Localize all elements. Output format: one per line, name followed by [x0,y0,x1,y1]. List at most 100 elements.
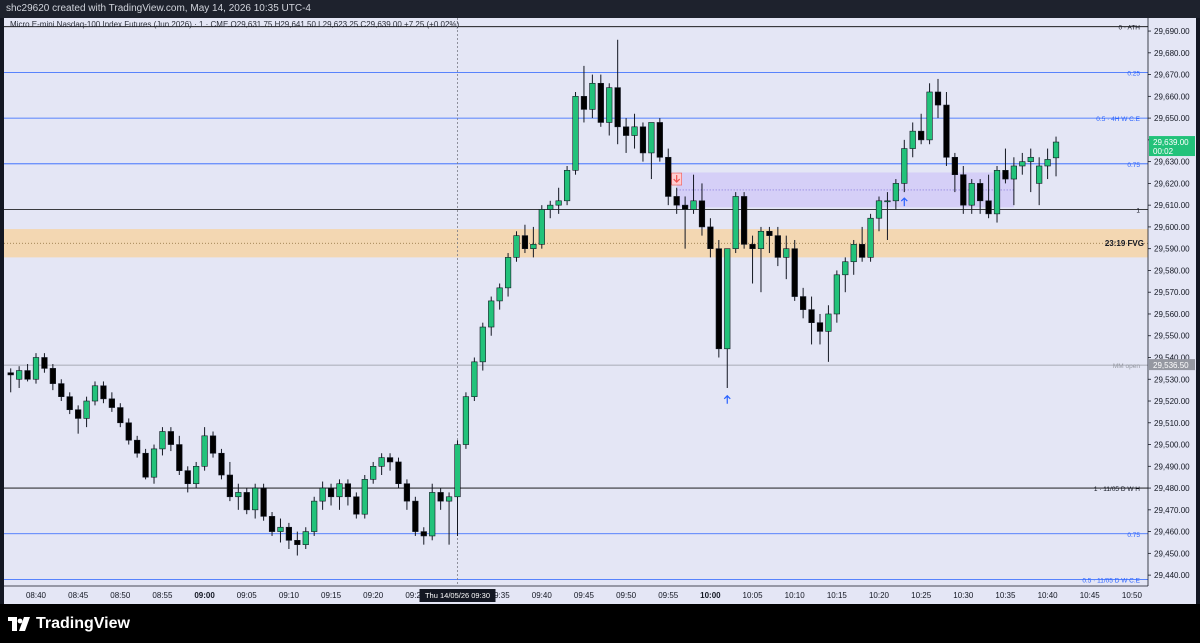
candle-up[interactable] [884,200,891,203]
candle-down[interactable] [243,492,250,511]
candle-down[interactable] [117,407,124,424]
candle-up[interactable] [1010,165,1017,180]
candle-down[interactable] [344,483,352,498]
chart-area[interactable]: 23:19 FVG 0 · ATH 0.25 0.5 · 4H W C.E 0.75 1 M… [4,18,1196,604]
candle-up[interactable] [875,200,883,219]
candle-up[interactable] [429,492,436,537]
candle-down[interactable] [412,500,419,532]
candle-down[interactable] [420,531,427,537]
time-axis[interactable] [4,586,1196,604]
candle-down[interactable] [285,526,293,541]
candle-up[interactable] [724,248,731,350]
candle-up[interactable] [690,200,697,210]
candle-down[interactable] [327,487,335,498]
candle-down[interactable] [353,496,360,515]
candle-down[interactable] [715,248,722,350]
candle-up[interactable] [555,200,562,206]
candle-down[interactable] [142,452,149,478]
candle-up[interactable] [252,487,259,511]
candle-down[interactable] [184,470,191,485]
candle-up[interactable] [606,87,613,123]
candle-down[interactable] [41,357,48,369]
candle-down[interactable] [268,516,276,532]
candle-down[interactable] [49,368,56,384]
candle-up[interactable] [648,122,655,154]
candle-down[interactable] [741,196,748,245]
candle-up[interactable] [32,357,40,380]
candle-down[interactable] [100,385,107,400]
candle-up[interactable] [159,431,166,450]
candle-down[interactable] [1002,170,1009,180]
candle-down[interactable] [960,174,967,206]
candle-down[interactable] [622,126,630,136]
candle-down[interactable] [766,230,773,236]
candle-down[interactable] [294,539,301,545]
candle-up[interactable] [479,326,486,363]
candle-down[interactable] [108,398,115,408]
candle-up[interactable] [370,466,377,480]
candle-down[interactable] [167,431,174,445]
candle-up[interactable] [1044,159,1051,167]
candle-down[interactable] [395,461,402,485]
candle-down[interactable] [597,82,604,123]
candle-up[interactable] [445,496,453,502]
candle-down[interactable] [403,483,411,502]
candle-up[interactable] [488,300,495,328]
candle-down[interactable] [749,244,756,249]
candle-up[interactable] [530,244,537,249]
candle-up[interactable] [563,170,571,202]
candle-up[interactable] [319,487,326,502]
candle-down[interactable] [816,322,824,332]
candle-down[interactable] [859,244,866,258]
candle-down[interactable] [176,444,183,471]
candle-up[interactable] [732,196,739,249]
candle-up[interactable] [757,230,765,249]
candle-up[interactable] [311,500,318,532]
candle-down[interactable] [209,435,217,454]
candle-down[interactable] [134,439,141,454]
candle-down[interactable] [665,156,672,197]
candle-up[interactable] [302,531,309,545]
candlestick-chart[interactable]: 23:19 FVG 0 · ATH 0.25 0.5 · 4H W C.E 0.75 1 M… [4,18,1196,604]
candle-down[interactable] [800,296,807,310]
candle-down[interactable] [66,396,73,411]
candle-up[interactable] [926,91,933,141]
candle-up[interactable] [867,217,874,258]
price-axis[interactable] [1148,18,1196,586]
candle-down[interactable] [682,204,689,210]
candle-down[interactable] [226,474,233,498]
candle-down[interactable] [918,130,925,141]
candle-down[interactable] [58,383,65,397]
candle-down[interactable] [639,126,647,154]
candle-up[interactable] [235,492,242,498]
tradingview-logo[interactable]: TradingView [8,615,130,633]
candle-up[interactable] [572,96,579,171]
candle-down[interactable] [7,372,14,376]
candle-down[interactable] [580,96,588,110]
candle-down[interactable] [698,200,706,228]
candle-up[interactable] [909,130,916,149]
candle-down[interactable] [977,183,984,202]
candle-down[interactable] [943,104,950,158]
candle-up[interactable] [631,126,638,136]
candle-up[interactable] [1036,165,1043,184]
candle-down[interactable] [791,248,798,297]
candle-up[interactable] [336,483,343,498]
candle-up[interactable] [504,257,512,289]
candle-down[interactable] [707,226,714,249]
candle-up[interactable] [513,235,520,258]
candle-up[interactable] [547,204,554,210]
candle-up[interactable] [901,148,908,184]
candle-down[interactable] [985,200,992,215]
candle-up[interactable] [850,244,857,263]
candle-up[interactable] [16,370,23,380]
candle-up[interactable] [471,361,478,397]
candle-down[interactable] [386,457,394,463]
candle-up[interactable] [277,526,284,532]
candle-up[interactable] [361,479,368,515]
candle-up[interactable] [892,183,899,202]
candle-down[interactable] [521,235,529,249]
candle-down[interactable] [75,409,82,419]
candle-up[interactable] [589,82,596,110]
candle-down[interactable] [656,122,663,158]
